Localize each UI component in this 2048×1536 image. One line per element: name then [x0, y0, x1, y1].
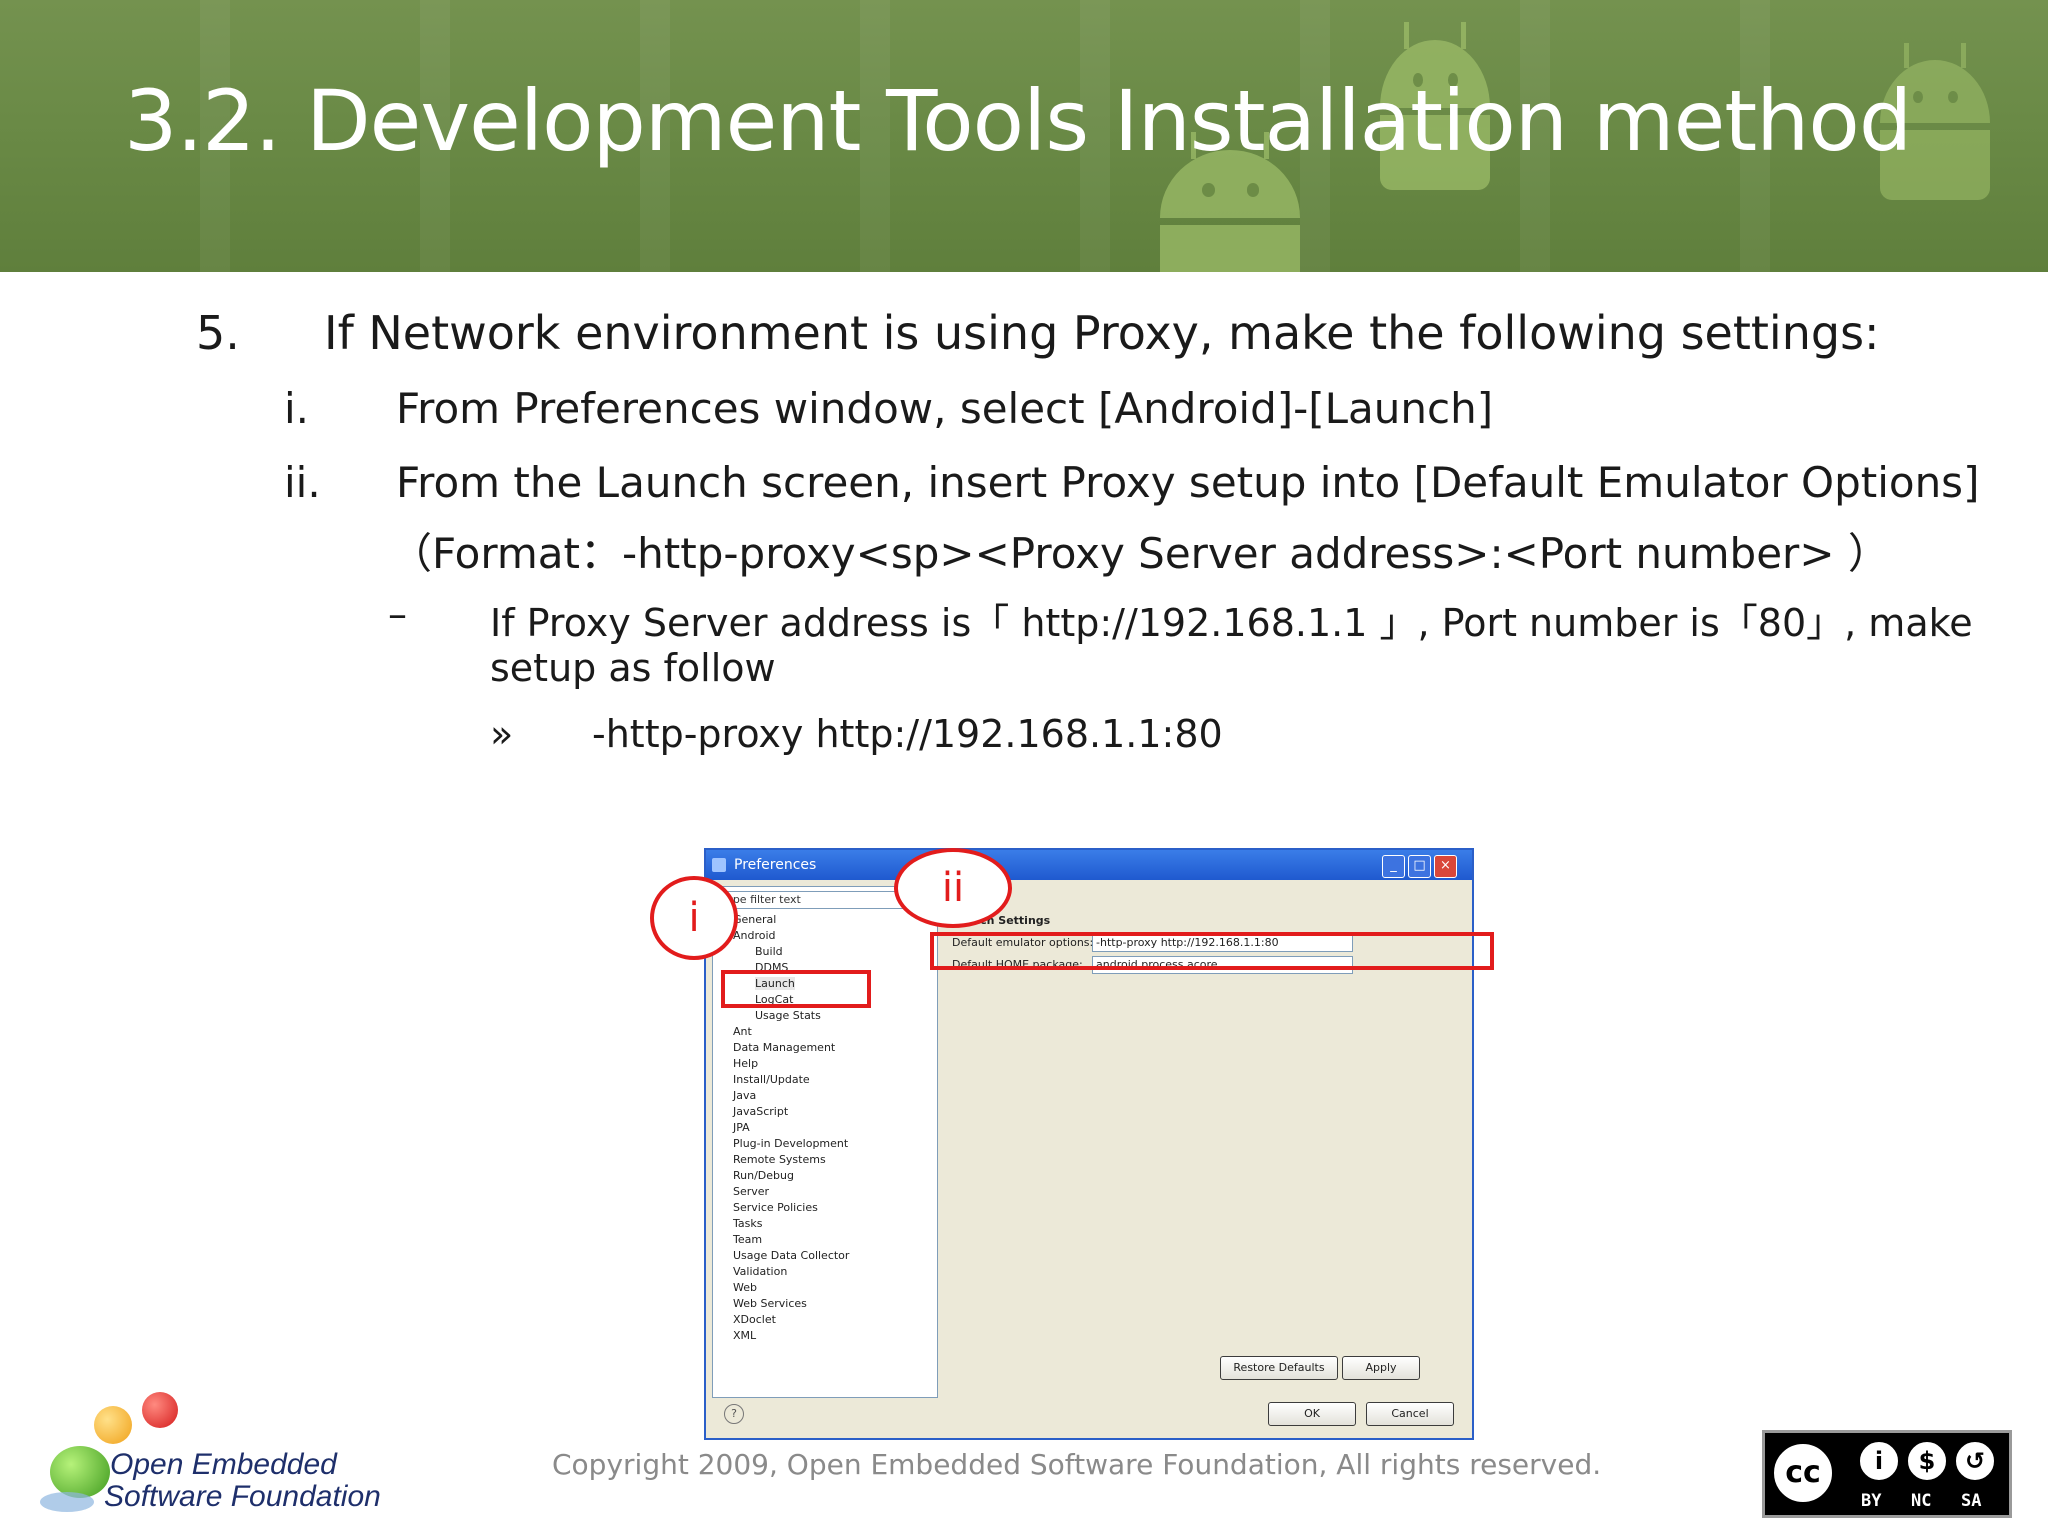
tree-item[interactable]: General — [733, 913, 776, 926]
sub-i-text: From Preferences window, select [Android… — [396, 384, 1494, 433]
tree-item[interactable]: Run/Debug — [733, 1169, 794, 1182]
tree-item[interactable]: Usage Data Collector — [733, 1249, 849, 1262]
preferences-window-title: Preferences — [734, 857, 817, 873]
tree-item[interactable]: Java — [733, 1089, 756, 1102]
cc-icon: cc — [1771, 1441, 1835, 1505]
sub-i-marker: i. — [284, 384, 310, 433]
by-icon: i — [1857, 1439, 1901, 1483]
cc-sa-label: SA — [1961, 1491, 1982, 1511]
filter-input[interactable]: type filter text — [719, 891, 903, 909]
tree-item[interactable]: Help — [733, 1057, 758, 1070]
close-icon[interactable]: × — [1434, 855, 1457, 878]
window-icon — [712, 858, 726, 872]
preferences-titlebar: Preferences _ □ × — [706, 850, 1472, 880]
title-banner: 3.2. Development Tools Installation meth… — [0, 0, 2048, 272]
sub-ii-marker: ii. — [284, 458, 321, 507]
tree-item[interactable]: JavaScript — [733, 1105, 788, 1118]
step-text: If Network environment is using Proxy, m… — [324, 306, 1880, 360]
tree-item[interactable]: XML — [733, 1329, 756, 1342]
help-icon[interactable]: ? — [724, 1404, 744, 1424]
tree-item[interactable]: Server — [733, 1185, 769, 1198]
cc-nc-label: NC — [1911, 1491, 1932, 1511]
sa-icon: ↺ — [1953, 1439, 1997, 1483]
maximize-icon[interactable]: □ — [1408, 855, 1431, 878]
tree-item-android[interactable]: Android — [733, 929, 776, 942]
tree-item[interactable]: Web Services — [733, 1297, 807, 1310]
raquo-marker: » — [490, 712, 514, 756]
tree-item[interactable]: Data Management — [733, 1041, 835, 1054]
emulator-options-highlight-box — [930, 932, 1494, 970]
logo-text-line2: Software Foundation — [104, 1480, 381, 1513]
tree-item[interactable]: Service Policies — [733, 1201, 818, 1214]
oesf-logo: Open Embedded Software Foundation — [36, 1392, 396, 1522]
dash-marker: – — [388, 592, 407, 636]
restore-defaults-button[interactable]: Restore Defaults — [1220, 1356, 1338, 1380]
copyright-notice: Copyright 2009, Open Embedded Software F… — [552, 1448, 1602, 1481]
sub-ii-text: From the Launch screen, insert Proxy set… — [396, 458, 1980, 507]
proxy-example: -http-proxy http://192.168.1.1:80 — [592, 712, 1223, 756]
tree-item[interactable]: Tasks — [733, 1217, 762, 1230]
tree-item[interactable]: Web — [733, 1281, 757, 1294]
tree-item[interactable]: JPA — [733, 1121, 750, 1134]
tree-item[interactable]: Team — [733, 1233, 762, 1246]
tree-item[interactable]: Plug-in Development — [733, 1137, 848, 1150]
tree-item[interactable]: Remote Systems — [733, 1153, 826, 1166]
tree-item[interactable]: XDoclet — [733, 1313, 776, 1326]
sub-ii-format: （Format：-http-proxy<sp><Proxy Server add… — [390, 529, 1890, 578]
dash-text-line2: setup as follow — [490, 646, 776, 690]
marker-i: i — [650, 876, 738, 960]
cc-license-badge: cc i $ ↺ BY NC SA — [1762, 1430, 2012, 1518]
nc-icon: $ — [1905, 1439, 1949, 1483]
step-number: 5. — [196, 306, 240, 360]
apply-button[interactable]: Apply — [1342, 1356, 1420, 1380]
tree-item[interactable]: Validation — [733, 1265, 787, 1278]
ok-button[interactable]: OK — [1268, 1402, 1356, 1426]
slide-title: 3.2. Development Tools Installation meth… — [124, 72, 1912, 170]
logo-green-dot — [50, 1446, 110, 1498]
logo-text-line1: Open Embedded — [110, 1448, 337, 1481]
marker-ii: ii — [894, 848, 1012, 928]
logo-orange-dot — [94, 1406, 132, 1444]
tree-item[interactable]: Build — [755, 945, 783, 958]
tree-item[interactable]: Install/Update — [733, 1073, 810, 1086]
minimize-icon[interactable]: _ — [1382, 855, 1405, 878]
tree-item[interactable]: Ant — [733, 1025, 752, 1038]
dash-text-line1: If Proxy Server address is「 http://192.1… — [490, 601, 1973, 645]
cc-by-label: BY — [1861, 1491, 1882, 1511]
preferences-tree: type filter text General Android Build D… — [712, 886, 938, 1398]
cancel-button[interactable]: Cancel — [1366, 1402, 1454, 1426]
logo-blue-swoosh — [40, 1492, 94, 1512]
launch-highlight-box — [721, 970, 871, 1008]
tree-item[interactable]: Usage Stats — [755, 1009, 821, 1022]
logo-red-dot — [142, 1392, 178, 1428]
